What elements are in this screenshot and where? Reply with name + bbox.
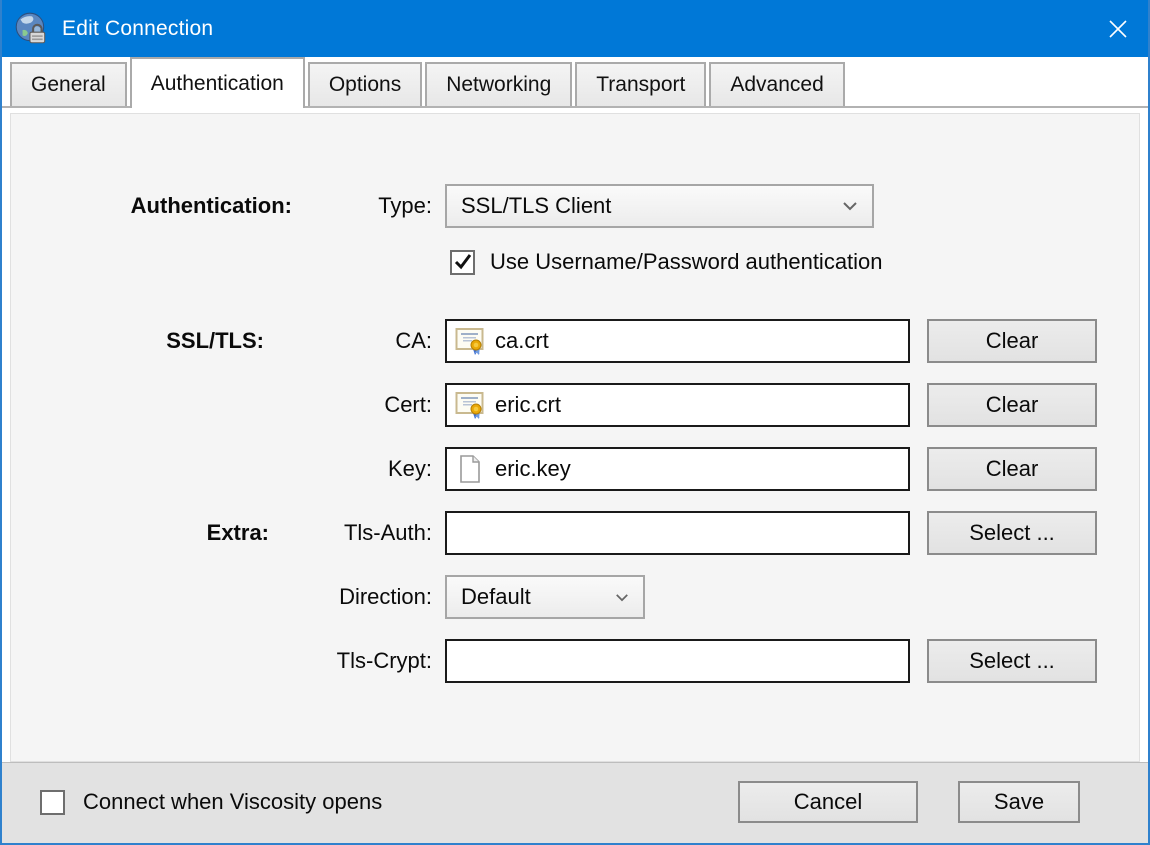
chevron-down-icon: [842, 201, 858, 211]
file-icon: [455, 454, 485, 484]
tls-crypt-select-button[interactable]: Select ...: [927, 639, 1097, 683]
tls-auth-field: [445, 511, 910, 555]
tab-networking[interactable]: Networking: [425, 62, 572, 106]
save-button[interactable]: Save: [958, 781, 1080, 823]
close-icon: [1107, 18, 1129, 40]
ca-clear-button[interactable]: Clear: [927, 319, 1097, 363]
tls-crypt-input[interactable]: [455, 648, 908, 674]
checkmark-icon: [454, 254, 472, 270]
username-password-checkbox-label: Use Username/Password authentication: [490, 249, 883, 275]
ssl-tls-group-label: SSL/TLS:: [2, 319, 264, 363]
title-bar: Edit Connection: [0, 0, 1150, 57]
cert-field-value: eric.crt: [495, 392, 561, 418]
extra-group-label: Extra:: [2, 511, 269, 555]
cert-label: Cert:: [282, 383, 432, 427]
edit-connection-dialog: Edit Connection General Authentication O…: [0, 0, 1150, 845]
tls-auth-select-button[interactable]: Select ...: [927, 511, 1097, 555]
tab-strip: General Authentication Options Networkin…: [2, 57, 1148, 108]
key-clear-button[interactable]: Clear: [927, 447, 1097, 491]
authentication-group-label: Authentication:: [2, 184, 292, 228]
tab-authentication[interactable]: Authentication: [130, 57, 305, 108]
type-label: Type:: [282, 184, 432, 228]
username-password-checkbox[interactable]: [450, 250, 475, 275]
type-dropdown-value: SSL/TLS Client: [461, 193, 611, 219]
tab-transport[interactable]: Transport: [575, 62, 706, 106]
key-label: Key:: [282, 447, 432, 491]
cert-clear-button[interactable]: Clear: [927, 383, 1097, 427]
cancel-button[interactable]: Cancel: [738, 781, 918, 823]
ca-field-value: ca.crt: [495, 328, 549, 354]
tls-auth-label: Tls-Auth:: [282, 511, 432, 555]
certificate-icon: [455, 326, 485, 356]
type-dropdown[interactable]: SSL/TLS Client: [445, 184, 874, 228]
direction-dropdown[interactable]: Default: [445, 575, 645, 619]
viscosity-app-icon: [12, 10, 50, 48]
username-password-checkbox-row: Use Username/Password authentication: [450, 248, 883, 276]
key-field[interactable]: eric.key: [445, 447, 910, 491]
tab-general[interactable]: General: [10, 62, 127, 106]
connect-on-open-label: Connect when Viscosity opens: [83, 789, 382, 815]
certificate-icon: [455, 390, 485, 420]
ca-field[interactable]: ca.crt: [445, 319, 910, 363]
close-button[interactable]: [1086, 0, 1150, 57]
window-title: Edit Connection: [62, 17, 213, 41]
tab-options[interactable]: Options: [308, 62, 422, 106]
direction-label: Direction:: [282, 575, 432, 619]
cert-field[interactable]: eric.crt: [445, 383, 910, 427]
tls-crypt-field: [445, 639, 910, 683]
tls-crypt-label: Tls-Crypt:: [282, 639, 432, 683]
key-field-value: eric.key: [495, 456, 571, 482]
chevron-down-icon: [615, 593, 629, 602]
connect-on-open-row: Connect when Viscosity opens: [40, 789, 382, 815]
tls-auth-input[interactable]: [455, 520, 908, 546]
connect-on-open-checkbox[interactable]: [40, 790, 65, 815]
direction-dropdown-value: Default: [461, 584, 531, 610]
tab-advanced[interactable]: Advanced: [709, 62, 844, 106]
ca-label: CA:: [282, 319, 432, 363]
footer-bar: Connect when Viscosity opens Cancel Save: [2, 762, 1148, 843]
